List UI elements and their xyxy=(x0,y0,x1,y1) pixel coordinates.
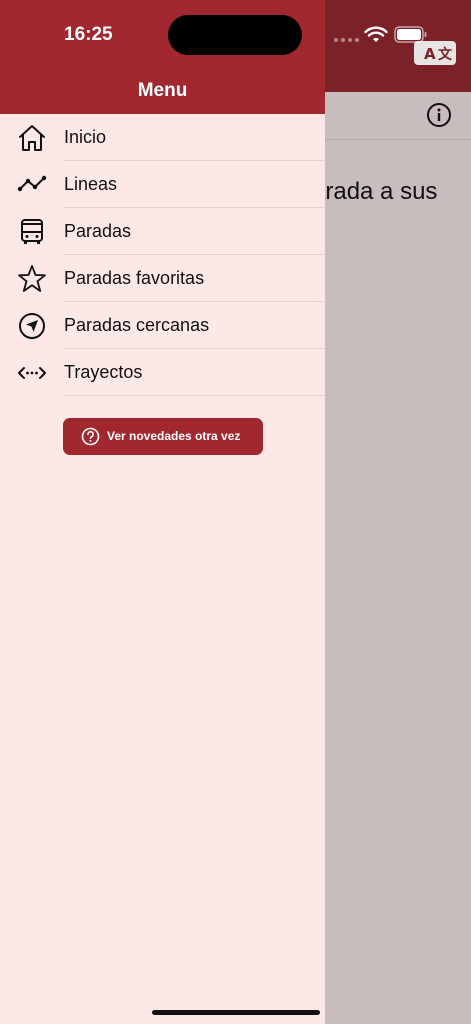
battery-icon xyxy=(394,26,427,43)
dynamic-island xyxy=(168,15,302,55)
menu-item-label: Paradas cercanas xyxy=(64,315,210,335)
drawer-menu: Inicio Lineas Paradas Paradas favoritas … xyxy=(0,114,325,396)
menu-item-label: Lineas xyxy=(64,174,118,194)
menu-item-label: Paradas favoritas xyxy=(64,268,205,288)
home-icon xyxy=(19,125,45,151)
menu-item-label: Paradas xyxy=(64,221,132,241)
menu-item-trayectos[interactable]: Trayectos xyxy=(0,349,325,396)
translate-icon[interactable]: A 文 xyxy=(413,40,457,66)
divider xyxy=(64,395,325,396)
menu-item-paradas[interactable]: Paradas xyxy=(0,208,325,255)
navigation-drawer: Menu Inicio Lineas Paradas Paradas favor… xyxy=(0,0,325,1024)
svg-text:A: A xyxy=(424,45,436,63)
location-arrow-icon xyxy=(19,313,45,339)
ver-novedades-button[interactable]: Ver novedades otra vez xyxy=(63,418,263,455)
menu-item-paradas-cercanas[interactable]: Paradas cercanas xyxy=(0,302,325,349)
menu-item-lineas[interactable]: Lineas xyxy=(0,161,325,208)
drawer-title: Menu xyxy=(137,80,188,101)
divider xyxy=(325,139,471,140)
status-time: 16:25 xyxy=(64,24,113,45)
wifi-icon xyxy=(364,26,388,42)
svg-text:文: 文 xyxy=(438,46,453,63)
menu-item-inicio[interactable]: Inicio xyxy=(0,114,325,161)
question-circle-icon xyxy=(81,427,100,446)
home-indicator[interactable] xyxy=(152,1010,320,1015)
menu-item-label: Trayectos xyxy=(64,362,143,382)
menu-item-label: Inicio xyxy=(64,127,107,147)
menu-item-paradas-favoritas[interactable]: Paradas favoritas xyxy=(0,255,325,302)
route-arrows-icon xyxy=(18,367,46,379)
bus-icon xyxy=(21,219,43,244)
background-text: arada a sus xyxy=(312,178,438,205)
signal-icon xyxy=(334,38,359,42)
info-icon[interactable] xyxy=(426,102,452,128)
star-icon xyxy=(18,265,46,292)
line-route-icon xyxy=(17,175,47,192)
ver-novedades-label: Ver novedades otra vez xyxy=(107,429,241,443)
